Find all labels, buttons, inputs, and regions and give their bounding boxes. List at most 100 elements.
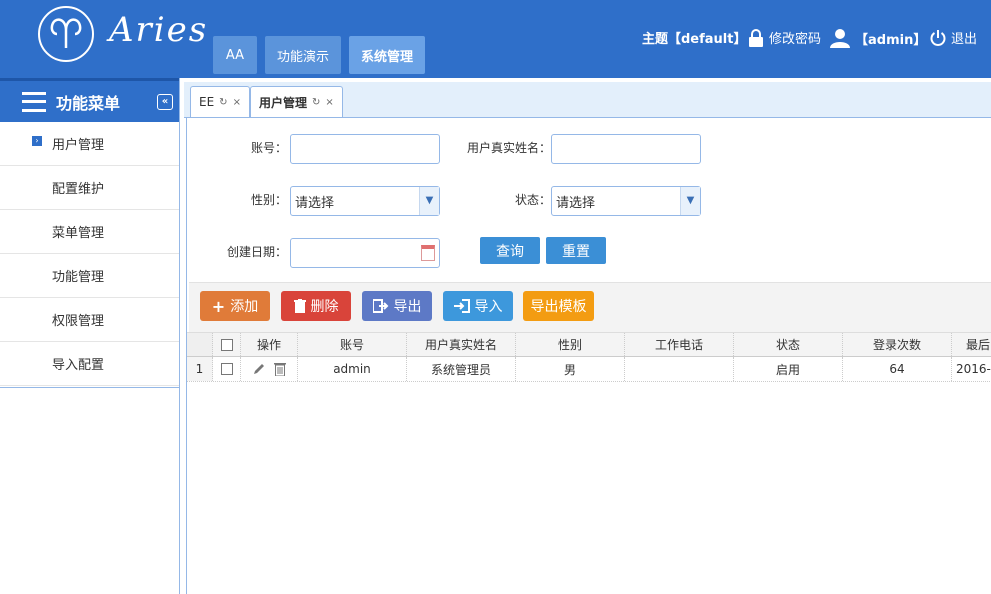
logout-link[interactable]: 退出 [930,28,977,47]
sidebar-item-config[interactable]: 配置维护 [0,166,179,210]
delete-icon[interactable] [274,362,286,376]
change-password-label: 修改密码 [769,32,822,47]
query-button[interactable]: 查询 [480,237,540,264]
created-date-input[interactable] [290,238,440,268]
account-input[interactable] [290,134,440,164]
realname-input[interactable] [551,134,701,164]
sidebar-header: 功能菜单 « [0,78,179,122]
cell-status: 启用 [734,357,843,381]
top-tab-system[interactable]: 系统管理 [349,36,425,74]
export-button[interactable]: 导出 [362,291,432,321]
created-date-label: 创建日期： [226,245,287,259]
sidebar-item-label: 用户管理 [52,138,105,153]
account-label: 账号： [250,141,287,155]
sidebar: 功能菜单 « › 用户管理 配置维护 菜单管理 功能管理 权限管理 导入配置 [0,78,180,594]
cell-account: admin [298,357,407,381]
add-label: 添加 [230,299,259,315]
col-header-phone[interactable]: 工作电话 [625,333,734,356]
delete-button[interactable]: 删除 [281,291,351,321]
reset-button[interactable]: 重置 [546,237,606,264]
lock-icon [749,28,763,47]
tab-bar: EE ↻ × 用户管理 ↻ × [184,82,991,118]
sidebar-item-label: 配置维护 [52,182,105,197]
sidebar-item-permission[interactable]: 权限管理 [0,298,179,342]
plus-icon: + [211,296,226,316]
cell-login-count: 64 [843,357,952,381]
app-name: Aries [109,10,209,50]
user-icon [830,29,850,48]
close-icon[interactable]: × [233,97,241,108]
menu-icon [22,91,46,112]
tab-label: EE [199,95,215,109]
user-menu[interactable]: 【admin】 [830,28,926,48]
sidebar-item-label: 功能管理 [52,270,105,285]
sidebar-item-import-config[interactable]: 导入配置 [0,342,179,386]
refresh-icon[interactable]: ↻ [312,97,320,108]
gender-select[interactable]: 请选择 ▼ [290,186,440,216]
col-header-account[interactable]: 账号 [298,333,407,356]
tab-label: 用户管理 [259,95,308,110]
realname-label: 用户真实姓名： [466,141,551,155]
cell-last: 2016-( [956,362,991,376]
sidebar-item-user-management[interactable]: › 用户管理 [0,122,179,166]
logout-label: 退出 [951,32,978,47]
cell-gender: 男 [516,357,625,381]
gender-value: 请选择 [295,195,335,211]
cell-realname: 系统管理员 [407,357,516,381]
grid-header: 操作 账号 用户真实姓名 性别 工作电话 状态 登录次数 最后 [187,332,991,357]
row-number: 1 [187,357,213,381]
sidebar-item-label: 菜单管理 [52,226,105,241]
col-header-status[interactable]: 状态 [734,333,843,356]
tab-user-management[interactable]: 用户管理 ↻ × [250,86,343,117]
col-header-gender[interactable]: 性别 [516,333,625,356]
trash-icon [293,299,306,313]
top-header: Aries AA 功能演示 系统管理 主题【default】 修改密码 【adm… [0,0,991,78]
arrow-right-icon: › [32,136,42,146]
refresh-icon[interactable]: ↻ [219,97,227,108]
status-label: 状态： [514,193,551,207]
col-header-last[interactable]: 最后 [952,333,991,356]
sidebar-item-function[interactable]: 功能管理 [0,254,179,298]
main-panel: 账号： 用户真实姓名： 性别： 请选择 ▼ 状态： 请选择 ▼ 创建日期： 查询… [186,118,991,594]
col-header-realname[interactable]: 用户真实姓名 [407,333,516,356]
close-icon[interactable]: × [325,97,333,108]
chevron-down-icon[interactable]: ▼ [680,187,700,215]
import-label: 导入 [474,299,503,315]
top-tab-demo[interactable]: 功能演示 [265,36,341,74]
chevron-down-icon[interactable]: ▼ [419,187,439,215]
select-all-checkbox[interactable] [213,333,241,356]
export-label: 导出 [393,299,422,315]
toolbar: + 添加 删除 导出 导入 导出模板 [189,282,991,332]
row-number-header [187,333,213,356]
theme-label: 主题【default】 [642,32,747,47]
sidebar-title: 功能菜单 [56,93,121,113]
status-value: 请选择 [556,195,596,211]
top-tab-aa[interactable]: AA [213,36,257,74]
row-actions [241,357,298,381]
col-header-actions[interactable]: 操作 [241,333,298,356]
import-button[interactable]: 导入 [443,291,513,321]
collapse-icon[interactable]: « [157,94,173,110]
theme-selector[interactable]: 主题【default】 [642,28,746,47]
divider [0,387,179,388]
row-checkbox[interactable] [213,357,241,381]
edit-icon[interactable] [252,362,266,376]
delete-label: 删除 [310,299,339,315]
change-password-link[interactable]: 修改密码 [748,28,821,47]
cell-phone [625,357,734,381]
aries-logo-icon [38,6,94,62]
power-icon [930,29,946,46]
status-select[interactable]: 请选择 ▼ [551,186,701,216]
col-header-login-count[interactable]: 登录次数 [843,333,952,356]
table-row[interactable]: 1 admin 系统管理员 男 启用 64 2016-( [187,357,991,382]
import-icon [453,299,470,313]
username: 【admin】 [855,32,927,48]
sidebar-item-label: 权限管理 [52,314,105,329]
sidebar-item-label: 导入配置 [52,358,105,373]
add-button[interactable]: + 添加 [200,291,270,321]
sidebar-item-menu[interactable]: 菜单管理 [0,210,179,254]
gender-label: 性别： [250,193,287,207]
export-template-button[interactable]: 导出模板 [523,291,594,321]
tab-ee[interactable]: EE ↻ × [190,86,250,117]
calendar-icon[interactable] [421,245,435,261]
